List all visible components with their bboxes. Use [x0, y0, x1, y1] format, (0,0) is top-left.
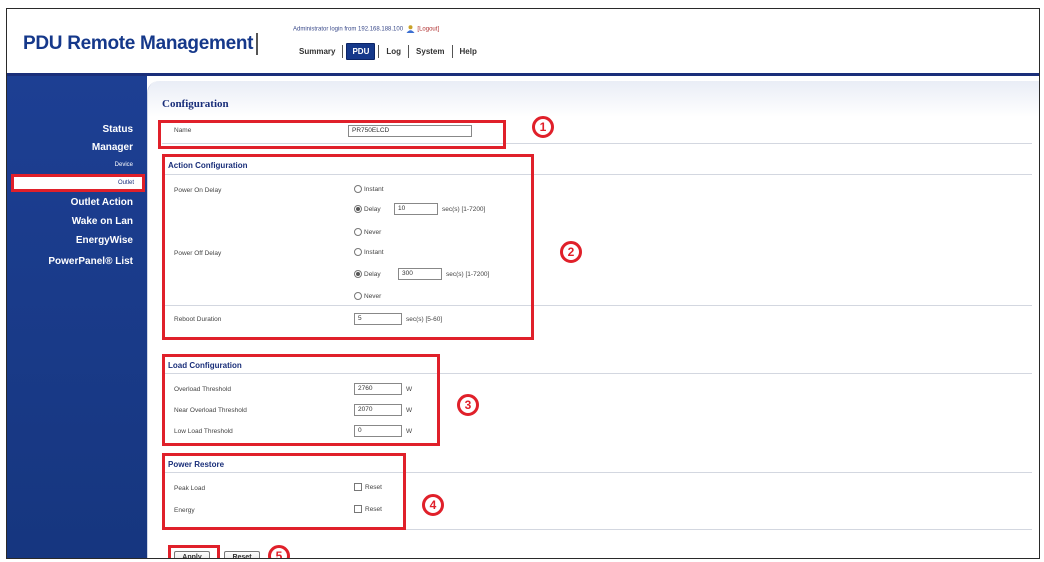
header: PDU Remote Management Administrator logi… [7, 9, 1039, 76]
reset-button[interactable]: Reset [224, 551, 260, 558]
sidebar-item-energywise[interactable]: EnergyWise [76, 235, 133, 246]
nav-separator [451, 45, 453, 58]
nav-separator [408, 45, 410, 58]
page-title: Configuration [162, 98, 229, 110]
login-info: Administrator login from 192.168.188.100… [293, 25, 439, 33]
user-icon [406, 25, 415, 33]
header-divider [7, 73, 1039, 76]
callout-4: 4 [422, 494, 444, 516]
sidebar-item-outlet[interactable]: Outlet [11, 174, 145, 192]
nav-help[interactable]: Help [456, 44, 481, 59]
brand-title: PDU Remote Management [23, 33, 254, 54]
sidebar: Status Manager Device Outlet Outlet Acti… [7, 76, 147, 558]
sidebar-item-manager[interactable]: Manager [92, 142, 133, 153]
annotation-box-name [158, 120, 506, 149]
annotation-box-load-config [162, 354, 440, 446]
top-nav: Summary PDU Log System Help [295, 43, 481, 60]
callout-5: 5 [268, 545, 290, 558]
sidebar-item-status[interactable]: Status [102, 124, 133, 135]
content-panel: Configuration Name PR750ELCD Action Conf… [147, 81, 1039, 558]
nav-pdu[interactable]: PDU [346, 43, 376, 60]
nav-system[interactable]: System [412, 44, 448, 59]
login-text: Administrator login from 192.168.188.100 [293, 26, 404, 33]
sidebar-item-outlet-action[interactable]: Outlet Action [71, 197, 133, 208]
nav-separator [378, 45, 380, 58]
nav-summary[interactable]: Summary [295, 44, 339, 59]
annotation-box-power-restore [162, 453, 406, 530]
callout-2: 2 [560, 241, 582, 263]
nav-log[interactable]: Log [382, 44, 405, 59]
annotation-box-apply [168, 545, 220, 558]
callout-1: 1 [532, 116, 554, 138]
sidebar-item-wake-on-lan[interactable]: Wake on Lan [72, 216, 133, 227]
logout-link[interactable]: [Logout] [417, 27, 439, 33]
annotation-box-action-config [162, 154, 534, 340]
nav-separator [342, 45, 344, 58]
brand-separator [256, 33, 258, 55]
pdu-window: PDU Remote Management Administrator logi… [6, 8, 1040, 559]
callout-3: 3 [457, 394, 479, 416]
sidebar-item-powerpanel-list[interactable]: PowerPanel® List [48, 256, 133, 267]
sidebar-item-device[interactable]: Device [115, 162, 133, 168]
